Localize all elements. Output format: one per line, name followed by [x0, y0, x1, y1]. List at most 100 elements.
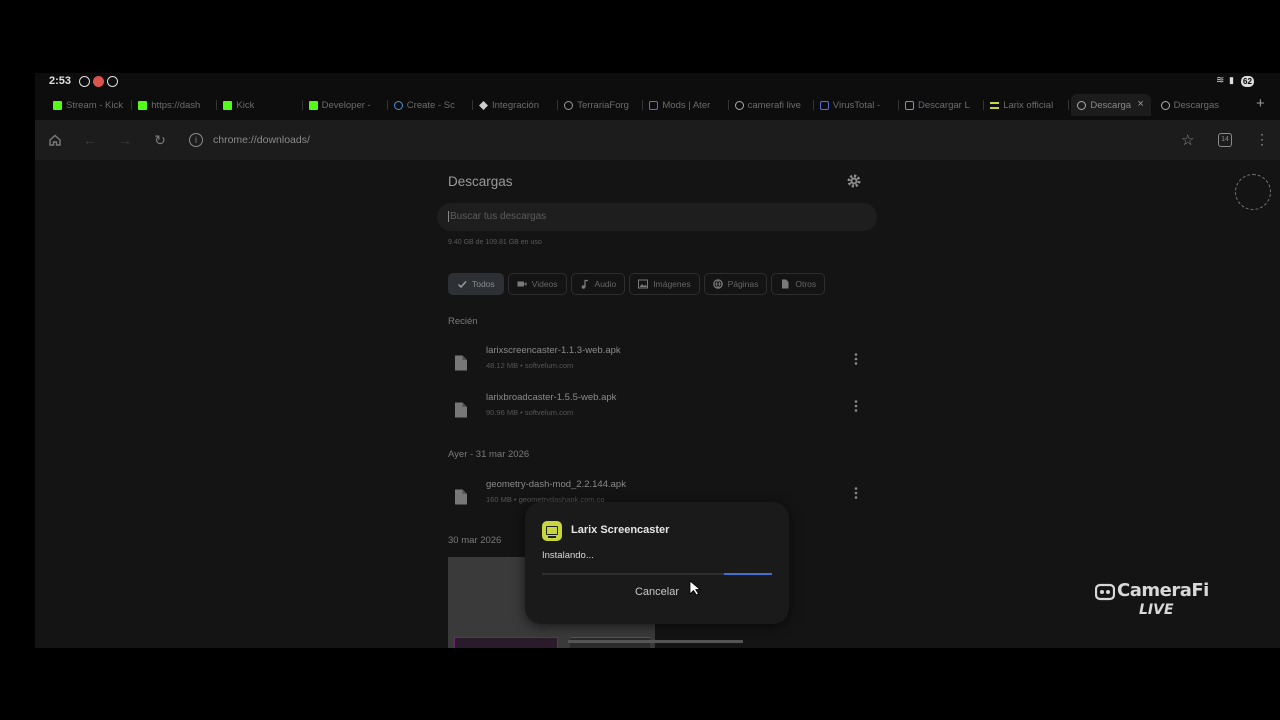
page-title: Descargas	[448, 174, 513, 189]
filter-chip-label: Páginas	[727, 279, 759, 289]
tab-close-icon[interactable]: ×	[1137, 98, 1143, 110]
search-input[interactable]: Buscar tus descargas	[437, 203, 877, 231]
diamond-icon	[479, 100, 488, 110]
bookmark-star-icon[interactable]: ☆	[1181, 131, 1194, 149]
status-bar: 2:53 ≋ ▮ 62	[35, 73, 1280, 90]
install-progress-fill	[724, 573, 772, 575]
tab-item[interactable]: Descargas	[1160, 94, 1236, 116]
kick-icon	[53, 100, 62, 110]
menu-icon[interactable]: ⋮	[1255, 131, 1269, 147]
download-filename[interactable]: larixscreencaster-1.1.3-web.apk	[486, 345, 621, 356]
tab-item[interactable]: Larix official	[990, 94, 1065, 116]
music-icon	[581, 279, 588, 289]
tab-switcher-button[interactable]: 14	[1218, 133, 1232, 147]
tab-item[interactable]: Mods | Ater	[649, 94, 724, 116]
tab-label: VirusTotal -	[832, 99, 881, 111]
filter-chip-label: Imágenes	[653, 279, 691, 289]
storage-usage: 9.40 GB de 109.81 GB en uso	[448, 239, 542, 246]
download-item[interactable]: larixbroadcaster-1.5.5-web.apk 90.96 MB •…	[448, 392, 868, 432]
filter-chip[interactable]: Imágenes	[629, 273, 700, 295]
video-icon	[517, 281, 527, 287]
filter-chip-label: Otros	[795, 279, 817, 289]
filter-chips: Todos Videos Audio Imágenes Páginas Otros	[448, 273, 826, 295]
filter-chip[interactable]: Videos	[507, 273, 567, 295]
more-options-icon[interactable]	[853, 352, 859, 366]
camera-app-icon	[93, 76, 104, 87]
globe-icon	[712, 279, 723, 289]
back-icon[interactable]: ←	[82, 132, 98, 148]
date-group-heading: 30 mar 2026	[448, 535, 502, 546]
tab-label: Create - Sc	[406, 99, 455, 111]
record-icon	[79, 76, 90, 87]
tab-item[interactable]: Integración	[479, 94, 554, 116]
download-meta: 90.96 MB • softvelum.com	[486, 408, 574, 417]
camerafi-logo-icon	[1095, 583, 1115, 601]
camerafi-brand: CameraFi	[1117, 580, 1209, 601]
kick-icon	[138, 100, 148, 110]
tab-separator	[898, 100, 899, 110]
tab-item[interactable]: Create - Sc	[393, 94, 469, 116]
file-icon	[782, 279, 789, 289]
address-bar[interactable]: i chrome://downloads/ ☆	[179, 126, 1239, 154]
globe-icon	[564, 100, 574, 110]
tab-separator	[301, 100, 303, 110]
gear-icon[interactable]	[846, 173, 862, 189]
status-time: 2:53	[49, 75, 72, 87]
touch-indicator	[1235, 174, 1271, 210]
tab-separator	[386, 100, 388, 110]
filter-chip-label: Todos	[472, 279, 495, 289]
image-icon	[638, 279, 649, 289]
check-icon	[457, 280, 467, 289]
tab-label: Descargar L	[918, 99, 970, 111]
tab-item[interactable]: Kick	[223, 94, 298, 116]
home-icon[interactable]	[47, 132, 63, 148]
globe-icon	[1077, 100, 1087, 110]
download-item[interactable]: larixscreencaster-1.1.3-web.apk 48.12 MB …	[448, 345, 868, 385]
tab-item[interactable]: Descargar L	[905, 94, 980, 116]
new-tab-button[interactable]: +	[1256, 95, 1265, 112]
battery-icon: 62	[1241, 76, 1254, 87]
kick-icon	[308, 100, 318, 110]
tab-separator	[1068, 100, 1070, 110]
download-filename[interactable]: geometry-dash-mod_2.2.144.apk	[486, 479, 626, 490]
tab-item[interactable]: camerafi live	[734, 94, 810, 116]
wifi-icon: ≋	[1216, 75, 1225, 86]
square-icon	[905, 100, 914, 110]
url-text: chrome://downloads/	[213, 134, 310, 146]
filter-chip[interactable]: Páginas	[703, 273, 768, 295]
more-options-icon[interactable]	[853, 486, 859, 500]
dialog-status: Instalando...	[542, 550, 594, 561]
tab-item[interactable]: Developer -	[308, 94, 384, 116]
forward-icon[interactable]: →	[117, 132, 133, 148]
tab-separator	[642, 100, 644, 110]
reload-icon[interactable]: ↻	[152, 132, 168, 148]
larix-app-icon	[542, 521, 562, 541]
more-options-icon[interactable]	[853, 399, 859, 413]
tab-item[interactable]: https://dash	[138, 94, 213, 116]
date-group-heading: Recién	[448, 316, 478, 327]
tab-label: Descargas	[1173, 99, 1220, 111]
lines-icon	[990, 101, 1000, 109]
globe-icon	[734, 100, 744, 110]
tab-label: Mods | Ater	[662, 99, 711, 111]
file-icon	[455, 402, 467, 418]
tab-item[interactable]: Stream - Kick	[53, 94, 128, 116]
filter-chip[interactable]: Audio	[570, 273, 626, 295]
download-filename[interactable]: larixbroadcaster-1.5.5-web.apk	[486, 392, 616, 403]
filter-chip[interactable]: Otros	[771, 273, 826, 295]
info-icon[interactable]: i	[189, 133, 203, 147]
browser-toolbar: ← → ↻ i chrome://downloads/ ☆ 14 ⋮	[35, 120, 1280, 160]
filter-chip[interactable]: Todos	[448, 273, 504, 295]
camerafi-live-label: LIVE	[1139, 602, 1174, 618]
tab-separator	[216, 100, 218, 110]
tab-item[interactable]: TerrariaForg	[564, 94, 639, 116]
tab-separator	[727, 100, 729, 110]
file-icon	[455, 355, 467, 371]
mouse-cursor-icon	[689, 580, 702, 596]
tab-separator	[472, 100, 473, 110]
cancel-button[interactable]: Cancelar	[525, 586, 789, 598]
tab-label: camerafi live	[747, 99, 801, 111]
square-icon	[649, 100, 659, 110]
tab-item[interactable]: VirusTotal -	[819, 94, 895, 116]
globe-icon	[393, 100, 403, 110]
